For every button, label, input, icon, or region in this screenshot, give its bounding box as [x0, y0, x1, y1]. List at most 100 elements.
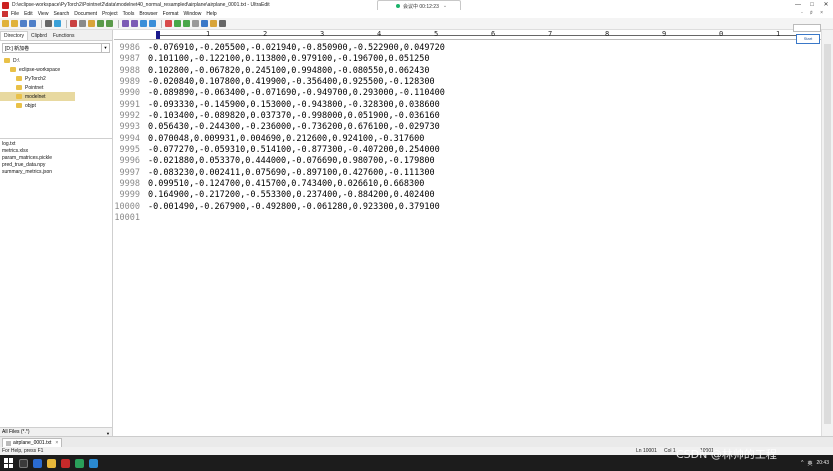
input-language[interactable]: 英: [807, 460, 812, 467]
clock[interactable]: 20:43: [816, 460, 829, 466]
replace-icon[interactable]: [131, 20, 138, 27]
text-line[interactable]: 9988 0.102800,-0.067820,0.245100,0.994800…: [114, 66, 814, 77]
file-filter-label: All Files (*.*): [2, 429, 30, 435]
menu-search[interactable]: Search: [53, 11, 69, 17]
open-folder-icon[interactable]: [11, 20, 18, 27]
meeting-app-icon[interactable]: [89, 458, 98, 468]
text-line[interactable]: 10001: [114, 213, 814, 224]
tree-item[interactable]: eclipse-workspace: [0, 65, 112, 74]
menu-edit[interactable]: Edit: [24, 11, 33, 17]
tree-item[interactable]: objpt: [0, 101, 112, 110]
menu-help[interactable]: Help: [206, 11, 216, 17]
tab-directory[interactable]: Directory: [0, 31, 29, 40]
line-text: -0.076910,-0.205500,-0.021940,-0.850900,…: [148, 43, 445, 53]
line-text: -0.021880,0.053370,0.444000,-0.076690,0.…: [148, 156, 435, 167]
file-filter-select[interactable]: All Files (*.*) ▼: [0, 427, 112, 436]
print-icon[interactable]: [45, 20, 52, 27]
menu-tools[interactable]: Tools: [123, 11, 135, 17]
text-line[interactable]: 9989 -0.020840,0.107800,0.419900,-0.35640…: [114, 77, 814, 88]
chevron-down-icon[interactable]: ⌄: [443, 3, 447, 9]
ultraedit-taskbar-icon[interactable]: [61, 458, 70, 468]
file-item[interactable]: pred_true_data.npy: [0, 162, 112, 169]
editor-pane[interactable]: 1 2 3 4 5 6 7 8 9 0 1 9986 -0.076910,-0.2…: [114, 30, 821, 446]
drive-selector[interactable]: [D:] 新加卷 ▼: [2, 43, 110, 53]
text-line[interactable]: 10000 -0.001490,-0.267900,-0.492800,-0.06…: [114, 202, 814, 213]
menu-view[interactable]: View: [38, 11, 49, 17]
close-button[interactable]: ✕: [819, 0, 833, 10]
text-line[interactable]: 9999 0.164900,-0.217200,-0.553300,0.23740…: [114, 190, 814, 201]
close-icon[interactable]: ×: [55, 440, 58, 446]
paste-icon[interactable]: [88, 20, 95, 27]
file-item[interactable]: param_matrices.pickle: [0, 155, 112, 162]
settings-icon[interactable]: [219, 20, 226, 27]
text-line[interactable]: 9996 -0.021880,0.053370,0.444000,-0.07669…: [114, 156, 814, 167]
scrollbar-thumb[interactable]: [824, 44, 831, 424]
text-line[interactable]: 9997 -0.083230,0.002411,0.075690,-0.89710…: [114, 168, 814, 179]
menu-window-controls[interactable]: - ♯ ×: [801, 10, 826, 16]
start-button[interactable]: Start: [796, 34, 820, 44]
search-icon[interactable]: [19, 458, 28, 468]
cut-icon[interactable]: [70, 20, 77, 27]
chevron-down-icon[interactable]: ▼: [101, 44, 109, 52]
file-tab-airplane[interactable]: airplane_0001.txt ×: [2, 438, 63, 447]
bookmark-icon[interactable]: [165, 20, 172, 27]
maximize-button[interactable]: □: [805, 0, 819, 10]
status-help-text: For Help, press F1: [2, 448, 44, 454]
menu-document[interactable]: Document: [74, 11, 97, 17]
menu-format[interactable]: Format: [163, 11, 179, 17]
file-item[interactable]: metrics.xlsx: [0, 148, 112, 155]
goto-icon[interactable]: [149, 20, 156, 27]
menu-window[interactable]: Window: [184, 11, 202, 17]
tree-item[interactable]: Pointnet: [0, 83, 112, 92]
save-all-icon[interactable]: [29, 20, 36, 27]
find-in-files-icon[interactable]: [140, 20, 147, 27]
window-controls: — □ ✕: [791, 0, 833, 10]
text-line[interactable]: 9987 0.101100,-0.122100,0.113800,0.979100…: [114, 54, 814, 65]
text-line[interactable]: 9990 -0.089890,-0.063400,-0.071690,-0.949…: [114, 88, 814, 99]
undo-icon[interactable]: [97, 20, 104, 27]
app-icon[interactable]: [75, 458, 84, 468]
ruler-number: 5: [434, 30, 439, 38]
text-line[interactable]: 9993 0.056430,-0.244300,-0.236000,-0.7362…: [114, 122, 814, 133]
search-input[interactable]: [793, 24, 821, 32]
tree-item[interactable]: D:\: [0, 56, 112, 65]
file-item[interactable]: summary_metrics.json: [0, 169, 112, 176]
new-file-icon[interactable]: [2, 20, 9, 27]
menu-browser[interactable]: Browser: [139, 11, 157, 17]
word-wrap-icon[interactable]: [174, 20, 181, 27]
ruler-number: 9: [662, 30, 667, 38]
browser-icon[interactable]: [33, 458, 42, 468]
tree-item-selected[interactable]: modelnet: [0, 92, 75, 101]
find-icon[interactable]: [122, 20, 129, 27]
tab-functions[interactable]: Functions: [50, 32, 78, 40]
tab-clipboard[interactable]: Clipbrd: [28, 32, 50, 40]
spell-check-icon[interactable]: [210, 20, 217, 27]
text-line[interactable]: 9991 -0.093330,-0.145900,0.153000,-0.9438…: [114, 100, 814, 111]
minimize-button[interactable]: —: [791, 0, 805, 10]
column-mode-icon[interactable]: [183, 20, 190, 27]
ruler-line: [160, 35, 810, 36]
folder-tree: D:\ eclipse-workspace PyTorch2 Pointnet …: [0, 56, 112, 110]
menu-file[interactable]: File: [11, 11, 19, 17]
code-area[interactable]: 9986 -0.076910,-0.205500,-0.021940,-0.850…: [114, 43, 814, 224]
menu-project[interactable]: Project: [102, 11, 118, 17]
copy-icon[interactable]: [79, 20, 86, 27]
line-number: 9989: [119, 76, 140, 87]
vertical-scrollbar[interactable]: [821, 30, 833, 446]
tray-expand-icon[interactable]: ^: [801, 460, 803, 466]
file-explorer-icon[interactable]: [47, 458, 56, 468]
line-text: -0.001490,-0.267900,-0.492800,-0.061280,…: [148, 201, 440, 212]
hex-mode-icon[interactable]: [192, 20, 199, 27]
save-icon[interactable]: [20, 20, 27, 27]
text-line[interactable]: 9986 -0.076910,-0.205500,-0.021940,-0.850…: [114, 43, 814, 54]
redo-icon[interactable]: [106, 20, 113, 27]
text-line[interactable]: 9994 0.070048,0.009931,0.004690,0.212600,…: [114, 134, 814, 145]
text-line[interactable]: 9992 -0.103400,-0.089820,0.037370,-0.9980…: [114, 111, 814, 122]
text-line[interactable]: 9995 -0.077270,-0.059310,0.514100,-0.8773…: [114, 145, 814, 156]
browser-view-icon[interactable]: [201, 20, 208, 27]
file-item[interactable]: log.txt: [0, 141, 112, 148]
tree-item[interactable]: PyTorch2: [0, 74, 112, 83]
print-preview-icon[interactable]: [54, 20, 61, 27]
windows-start-icon[interactable]: [4, 458, 14, 468]
text-line[interactable]: 9998 0.099510,-0.124700,0.415700,0.743400…: [114, 179, 814, 190]
